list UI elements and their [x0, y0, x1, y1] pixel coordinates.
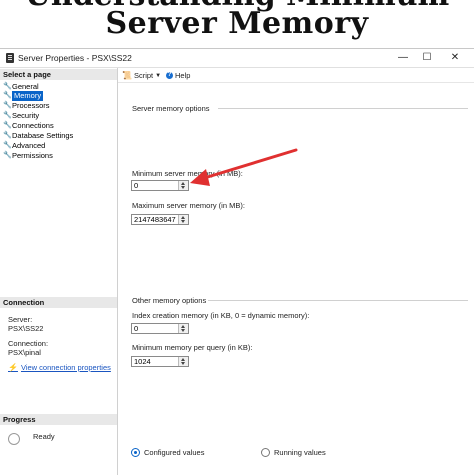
index-memory-label: Index creation memory (in KB, 0 = dynami…: [132, 311, 310, 320]
banner-title: Server Memory: [105, 6, 369, 41]
other-memory-group-title: Other memory options: [132, 296, 207, 305]
index-memory-value: 0: [134, 324, 139, 333]
wrench-icon: 🔧: [3, 132, 12, 139]
script-icon: 📜: [122, 71, 132, 80]
min-server-memory-value: 0: [134, 181, 139, 190]
min-server-memory-stepper[interactable]: 0: [131, 180, 189, 191]
wrench-icon: 🔧: [3, 112, 12, 119]
page-connections[interactable]: 🔧 Connections: [3, 121, 54, 131]
wrench-icon: 🔧: [3, 102, 12, 109]
maximize-button[interactable]: ☐: [416, 51, 438, 65]
chevron-down-icon: ▼: [155, 72, 162, 79]
wrench-icon: 🔧: [3, 92, 12, 99]
configured-values-option[interactable]: Configured values: [131, 448, 204, 457]
radio-selected-icon[interactable]: [131, 448, 140, 457]
max-server-memory-value: 2147483647: [134, 215, 176, 224]
wrench-icon: 🔧: [3, 122, 12, 129]
max-server-memory-label: Maximum server memory (in MB):: [132, 201, 245, 210]
help-icon: ?: [166, 72, 173, 79]
title-bar: Server Properties - PSX\SS22 — ☐ ✕: [0, 49, 474, 68]
minimize-button[interactable]: —: [392, 51, 414, 65]
page-advanced[interactable]: 🔧 Advanced: [3, 141, 45, 151]
page-permissions[interactable]: 🔧 Permissions: [3, 151, 53, 161]
wrench-icon: 🔧: [3, 142, 12, 149]
server-label: Server:: [8, 315, 33, 324]
server-value: PSX\SS22: [8, 324, 44, 333]
toolbar: 📜 Script ▼ ? Help: [118, 68, 474, 83]
min-server-memory-label: Minimum server memory (in MB):: [132, 169, 243, 178]
progress-header: Progress: [0, 414, 117, 425]
window-title: Server Properties - PSX\SS22: [18, 53, 132, 63]
stepper-arrows-icon[interactable]: [178, 215, 188, 224]
group-divider: [208, 300, 468, 301]
page-processors[interactable]: 🔧 Processors: [3, 101, 50, 111]
select-page-header: Select a page: [0, 69, 117, 80]
wrench-icon: 🔧: [3, 152, 12, 159]
banner: Understanding Minimum Server Memory: [0, 0, 474, 46]
script-button[interactable]: 📜 Script ▼: [122, 71, 161, 80]
view-connection-properties-link[interactable]: ⚡ View connection properties: [8, 363, 111, 372]
help-button[interactable]: ? Help: [166, 71, 190, 80]
sidebar: Select a page 🔧 General 🔧 Memory 🔧 Processo…: [0, 68, 118, 475]
server-memory-group-title: Server memory options: [132, 104, 210, 113]
min-query-memory-stepper[interactable]: 1024: [131, 356, 189, 367]
connection-properties-icon: ⚡: [8, 363, 18, 372]
page-security[interactable]: 🔧 Security: [3, 111, 39, 121]
radio-unselected-icon[interactable]: [261, 448, 270, 457]
server-properties-window: Server Properties - PSX\SS22 — ☐ ✕ Selec…: [0, 48, 474, 475]
page-database-settings[interactable]: 🔧 Database Settings: [3, 131, 73, 141]
index-memory-stepper[interactable]: 0: [131, 323, 189, 334]
progress-spinner-icon: [8, 433, 20, 445]
running-values-option[interactable]: Running values: [261, 448, 326, 457]
stepper-arrows-icon[interactable]: [178, 324, 188, 333]
connection-label: Connection:: [8, 339, 49, 348]
connection-value: PSX\pinal: [8, 348, 41, 357]
group-divider: [218, 108, 468, 109]
max-server-memory-stepper[interactable]: 2147483647: [131, 214, 189, 225]
progress-status: Ready: [33, 432, 55, 441]
page-memory[interactable]: 🔧 Memory: [3, 91, 44, 101]
connection-header: Connection: [0, 297, 117, 308]
min-query-memory-label: Minimum memory per query (in KB):: [132, 343, 253, 352]
close-button[interactable]: ✕: [444, 51, 466, 65]
min-query-memory-value: 1024: [134, 357, 151, 366]
app-icon: [6, 53, 14, 63]
stepper-arrows-icon[interactable]: [178, 357, 188, 366]
stepper-arrows-icon[interactable]: [178, 181, 188, 190]
memory-page-panel: Server memory options Minimum server mem…: [118, 83, 474, 475]
